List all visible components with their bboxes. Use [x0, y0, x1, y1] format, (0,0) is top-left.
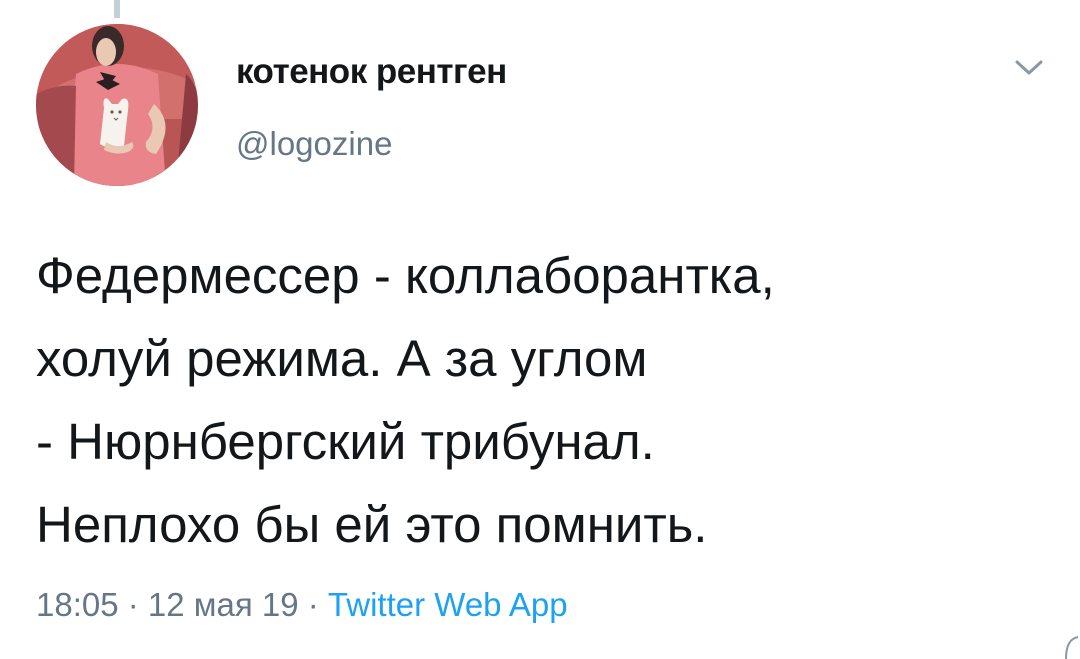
author-display-name[interactable]: котенок рентген	[236, 52, 507, 92]
chevron-down-icon[interactable]	[1012, 56, 1046, 80]
tweet-source-link[interactable]: Twitter Web App	[328, 586, 568, 623]
tweet-date[interactable]: 12 мая 19	[148, 586, 299, 623]
tweet-time[interactable]: 18:05	[36, 586, 119, 623]
tweet-meta: 18:05 · 12 мая 19 · Twitter Web App	[36, 586, 568, 624]
meta-separator: ·	[298, 586, 328, 623]
author-handle[interactable]: @logozine	[236, 125, 392, 163]
avatar-illustration	[36, 24, 198, 186]
partial-icon	[1065, 636, 1079, 659]
avatar[interactable]	[36, 24, 198, 186]
meta-separator: ·	[118, 586, 148, 623]
tweet-text: Федермессер - коллаборантка, холуй режим…	[36, 247, 775, 553]
thread-connector-line	[114, 0, 120, 18]
